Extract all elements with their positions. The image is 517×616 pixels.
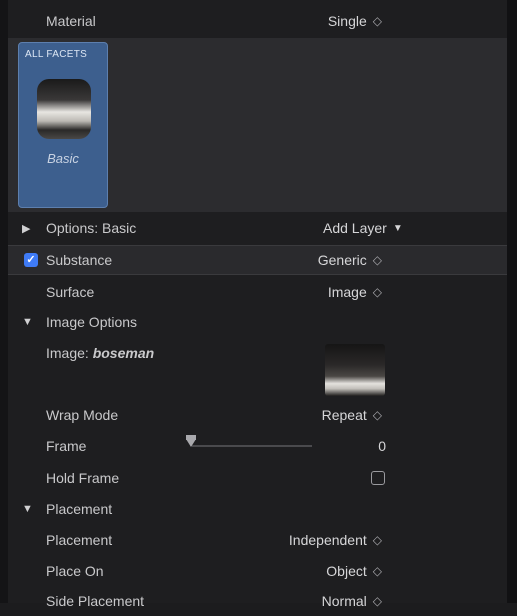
image-label: Image: boseman <box>46 345 154 361</box>
image-options-label: Image Options <box>46 314 138 330</box>
placement-value: Independent <box>288 532 367 548</box>
image-label-name: boseman <box>92 345 155 361</box>
hold-frame-row: Hold Frame <box>8 463 507 493</box>
image-well[interactable] <box>325 344 385 396</box>
disclosure-down-icon[interactable]: ▼ <box>22 503 33 515</box>
substance-checkbox[interactable]: ✓ <box>24 253 38 267</box>
material-row: Material Single ◇ <box>8 6 507 36</box>
substance-row: ✓ Substance Generic ◇ <box>8 245 507 275</box>
frame-row: Frame 0 <box>8 431 507 461</box>
frame-value[interactable]: 0 <box>378 438 386 454</box>
surface-row: Surface Image ◇ <box>8 277 507 307</box>
surface-value: Image <box>327 284 367 300</box>
place-on-value: Object <box>326 563 367 579</box>
substance-label: Substance <box>46 252 113 268</box>
disclosure-down-icon[interactable]: ▼ <box>22 316 33 328</box>
wrap-mode-row: Wrap Mode Repeat ◇ <box>8 400 507 430</box>
image-options-section[interactable]: ▼ Image Options <box>8 307 507 337</box>
updown-icon: ◇ <box>372 253 382 267</box>
material-value: Single <box>327 13 367 29</box>
placement-section[interactable]: ▼ Placement <box>8 494 507 524</box>
left-gutter <box>0 0 8 603</box>
side-placement-value: Normal <box>321 593 367 609</box>
material-popup[interactable]: Single ◇ <box>328 13 382 29</box>
substance-value: Generic <box>317 252 367 268</box>
side-placement-popup[interactable]: Normal ◇ <box>322 593 382 609</box>
frame-slider-track[interactable] <box>192 445 312 447</box>
material-label: Material <box>46 13 96 29</box>
updown-icon: ◇ <box>372 14 382 28</box>
facet-card-all-facets[interactable]: ALL FACETS Basic <box>18 42 108 208</box>
placement-section-label: Placement <box>46 501 113 517</box>
hold-frame-checkbox[interactable] <box>371 471 385 485</box>
inspector-panel: Material Single ◇ ALL FACETS Basic ▶ Opt… <box>0 0 517 609</box>
wrap-mode-popup[interactable]: Repeat ◇ <box>322 407 382 423</box>
hold-frame-checkbox-wrap[interactable] <box>371 471 385 485</box>
side-placement-label: Side Placement <box>46 593 145 609</box>
placement-row: Placement Independent ◇ <box>8 525 507 555</box>
scrollbar-gutter[interactable] <box>507 0 517 603</box>
frame-slider-thumb[interactable] <box>186 435 196 447</box>
wrap-mode-label: Wrap Mode <box>46 407 119 423</box>
options-row[interactable]: ▶ Options: Basic Add Layer ▼ <box>8 213 507 243</box>
options-label: Options: Basic <box>46 220 137 236</box>
surface-label: Surface <box>46 284 95 300</box>
surface-popup[interactable]: Image ◇ <box>328 284 382 300</box>
placement-label: Placement <box>46 532 113 548</box>
chevron-down-icon: ▼ <box>392 222 403 234</box>
placement-popup[interactable]: Independent ◇ <box>289 532 382 548</box>
place-on-popup[interactable]: Object ◇ <box>326 563 382 579</box>
frame-label: Frame <box>46 438 87 454</box>
side-placement-row: Side Placement Normal ◇ <box>8 586 507 616</box>
hold-frame-label: Hold Frame <box>46 470 120 486</box>
image-row: Image: boseman <box>8 338 507 368</box>
place-on-label: Place On <box>46 563 104 579</box>
add-layer-label: Add Layer <box>323 220 387 236</box>
updown-icon: ◇ <box>372 533 382 547</box>
facet-card-name: Basic <box>47 151 79 166</box>
facet-area: ALL FACETS Basic <box>8 38 507 212</box>
image-label-prefix: Image: <box>46 345 93 361</box>
facet-card-title: ALL FACETS <box>25 49 88 60</box>
substance-popup[interactable]: Generic ◇ <box>318 252 382 268</box>
updown-icon: ◇ <box>372 408 382 422</box>
updown-icon: ◇ <box>372 285 382 299</box>
updown-icon: ◇ <box>372 594 382 608</box>
add-layer-button[interactable]: Add Layer ▼ <box>323 220 403 236</box>
disclosure-right-icon[interactable]: ▶ <box>22 222 30 235</box>
updown-icon: ◇ <box>372 564 382 578</box>
place-on-row: Place On Object ◇ <box>8 556 507 586</box>
wrap-mode-value: Repeat <box>321 407 367 423</box>
facet-thumbnail <box>37 79 91 139</box>
